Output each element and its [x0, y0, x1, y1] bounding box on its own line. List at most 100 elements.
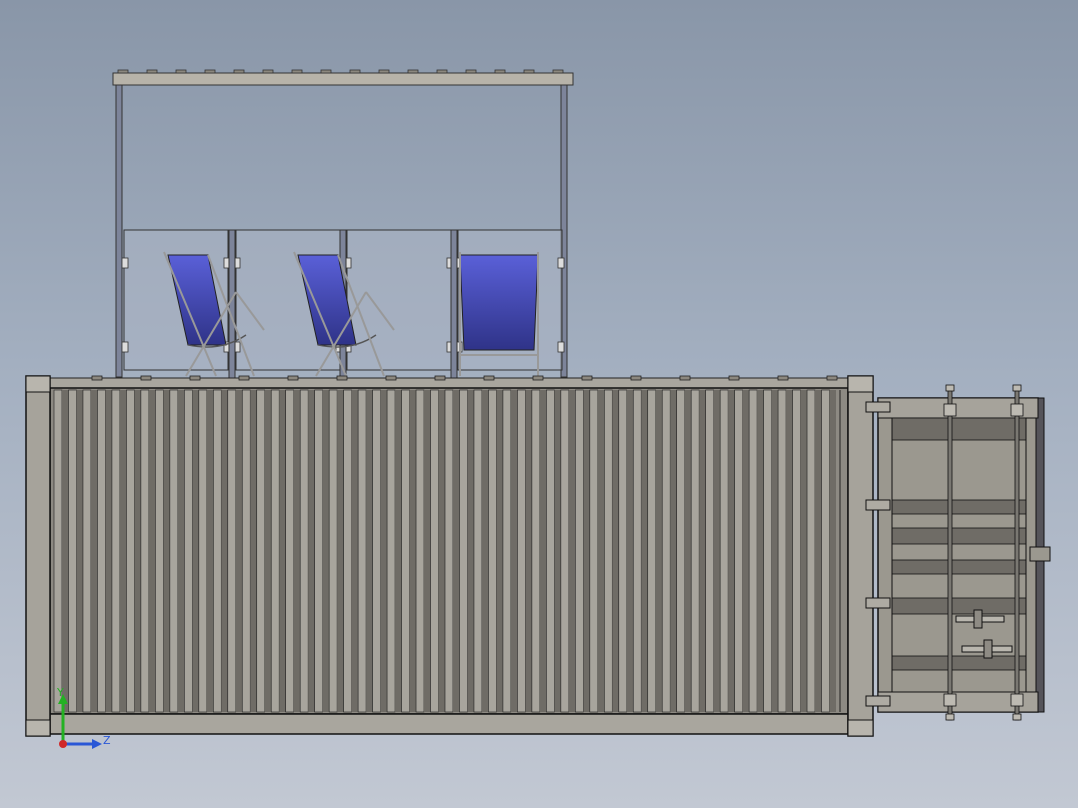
corrugation-rib	[212, 389, 222, 713]
lock-bar-cam	[945, 384, 955, 392]
left-corner-casting-top	[25, 375, 51, 393]
corrugation-groove	[119, 390, 127, 712]
corrugation-groove	[539, 390, 547, 712]
container-door-end	[865, 384, 1051, 721]
railing-post-cap	[287, 375, 299, 381]
corrugation-rib	[661, 389, 671, 713]
glass-clamp	[557, 257, 565, 269]
corrugation-rib	[97, 389, 106, 713]
left-corner-casting-bottom	[25, 719, 51, 737]
corrugation-groove	[641, 390, 648, 712]
railing-post-cap	[91, 375, 103, 381]
railing-post-cap	[679, 375, 691, 381]
z-axis-head	[92, 739, 102, 749]
railing-post-cap	[630, 375, 642, 381]
corrugation-groove	[728, 390, 735, 712]
shipping-container-side	[25, 375, 874, 737]
pergola-slat	[175, 69, 187, 74]
lock-bar	[947, 387, 953, 721]
corrugation-groove	[206, 390, 214, 712]
door-side-latch	[1029, 546, 1051, 562]
lock-bar-guide	[1010, 693, 1024, 707]
door-band	[891, 527, 1027, 545]
corrugation-rib	[241, 389, 251, 713]
triad-origin	[59, 740, 67, 748]
corrugation-rib	[328, 389, 338, 713]
corrugation-rib	[184, 389, 193, 713]
corrugation-rib	[821, 389, 830, 713]
lock-bar-cam	[1012, 384, 1022, 392]
corrugation-rib	[777, 389, 787, 713]
corrugation-rib	[676, 389, 685, 713]
door-band	[891, 655, 1027, 671]
railing-post-cap	[532, 375, 544, 381]
corrugation-groove	[481, 390, 489, 712]
corrugation-groove	[742, 390, 750, 712]
corrugation-groove	[148, 390, 156, 712]
corrugation-rib	[488, 389, 497, 713]
corrugation-groove	[757, 390, 764, 712]
corrugation-rib	[531, 389, 541, 713]
pergola-slat	[378, 69, 390, 74]
corrugation-groove	[308, 390, 315, 712]
corrugation-groove	[380, 390, 388, 712]
corrugation-rib	[82, 389, 92, 713]
corrugation-rib	[270, 389, 280, 713]
railing-post-cap	[581, 375, 593, 381]
corrugated-panels	[53, 389, 836, 713]
corrugation-rib	[444, 389, 454, 713]
corrugation-rib	[560, 389, 570, 713]
corrugation-groove	[337, 390, 344, 712]
corrugation-rib	[140, 389, 150, 713]
corrugation-groove	[366, 390, 373, 712]
corrugation-rib	[546, 389, 555, 713]
corrugation-rib	[705, 389, 714, 713]
corrugation-groove	[626, 390, 634, 712]
right-corner-casting-bottom	[847, 719, 874, 737]
corrugation-rib	[589, 389, 599, 713]
corrugation-rib	[748, 389, 758, 713]
door-hinge	[865, 695, 891, 707]
corrugation-rib	[401, 389, 410, 713]
corrugation-rib	[68, 389, 77, 713]
corrugation-groove	[713, 390, 721, 712]
railing-post-cap	[189, 375, 201, 381]
lock-bar-guide	[943, 693, 957, 707]
pergola-slat	[552, 69, 564, 74]
corrugation-rib	[473, 389, 483, 713]
corrugation-rib	[314, 389, 323, 713]
pergola-slat	[233, 69, 245, 74]
cad-viewport[interactable]: Y Z	[0, 0, 1078, 808]
glass-clamp	[557, 341, 565, 353]
door-hinge	[865, 401, 891, 413]
pergola-slat	[523, 69, 535, 74]
door-hinge	[865, 597, 891, 609]
pergola-slat	[465, 69, 477, 74]
corrugation-rib	[386, 389, 396, 713]
corrugation-groove	[221, 390, 228, 712]
corrugation-rib	[792, 389, 801, 713]
corrugation-groove	[395, 390, 402, 712]
glass-clamp	[121, 341, 129, 353]
corrugation-rib	[575, 389, 584, 713]
corrugation-groove	[105, 390, 112, 712]
corrugation-groove	[163, 390, 170, 712]
corrugation-rib	[415, 389, 425, 713]
pergola-slat	[291, 69, 303, 74]
corrugation-rib	[459, 389, 468, 713]
corrugation-rib	[256, 389, 266, 713]
corrugation-rib	[618, 389, 628, 713]
corrugation-rib	[372, 389, 381, 713]
corrugation-groove	[496, 390, 503, 712]
corrugation-rib	[343, 389, 352, 713]
container-drawing: Y Z	[25, 69, 1051, 749]
right-corner-casting-top	[847, 375, 874, 393]
door-band	[891, 559, 1027, 575]
corrugation-groove	[424, 390, 431, 712]
corrugation-rib	[299, 389, 309, 713]
terrace-post	[450, 229, 458, 379]
corrugation-rib	[111, 389, 121, 713]
corrugation-groove	[351, 390, 359, 712]
corrugation-groove	[670, 390, 677, 712]
corrugation-groove	[699, 390, 706, 712]
